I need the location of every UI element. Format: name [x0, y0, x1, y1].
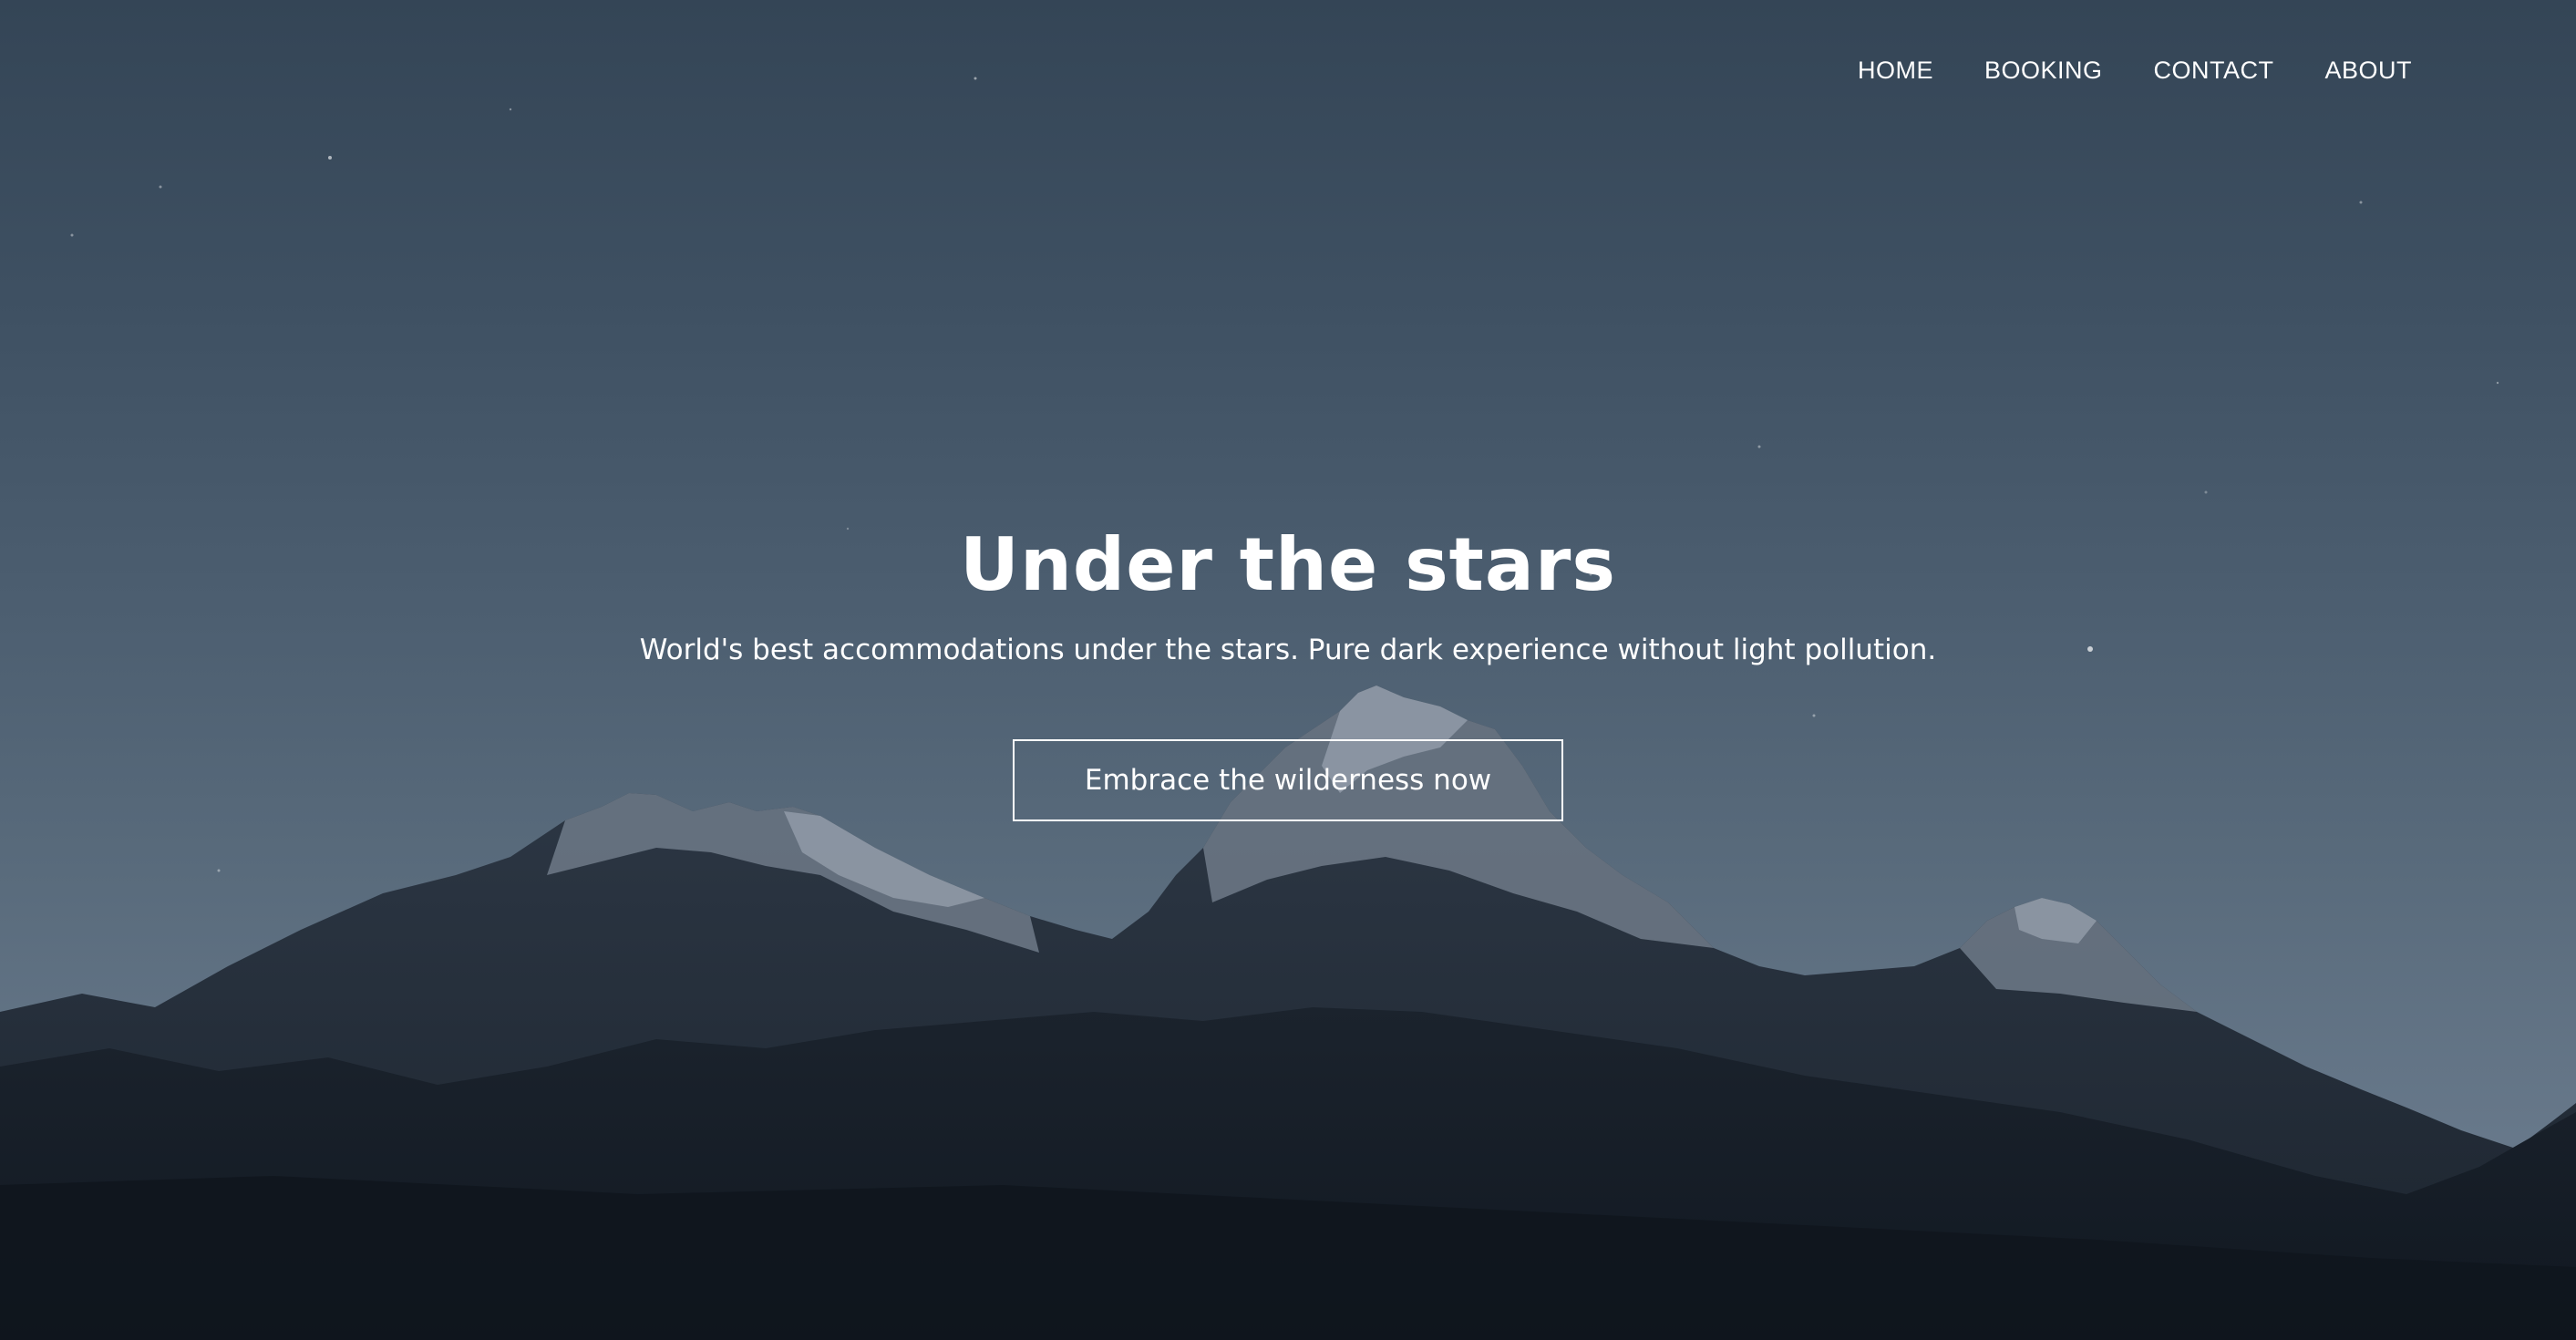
nav-booking-link[interactable]: BOOKING: [1984, 57, 2103, 85]
top-navigation: HOME BOOKING CONTACT ABOUT: [1858, 57, 2412, 85]
hero-title: Under the stars: [960, 522, 1616, 607]
nav-contact-link[interactable]: CONTACT: [2153, 57, 2273, 85]
nav-home-link[interactable]: HOME: [1858, 57, 1933, 85]
cta-button[interactable]: Embrace the wilderness now: [1013, 739, 1563, 821]
hero-section: HOME BOOKING CONTACT ABOUT Under the sta…: [0, 0, 2576, 1340]
nav-about-link[interactable]: ABOUT: [2324, 57, 2412, 85]
hero-content: Under the stars World's best accommodati…: [0, 515, 2576, 821]
hero-subtitle: World's best accommodations under the st…: [639, 634, 1937, 666]
